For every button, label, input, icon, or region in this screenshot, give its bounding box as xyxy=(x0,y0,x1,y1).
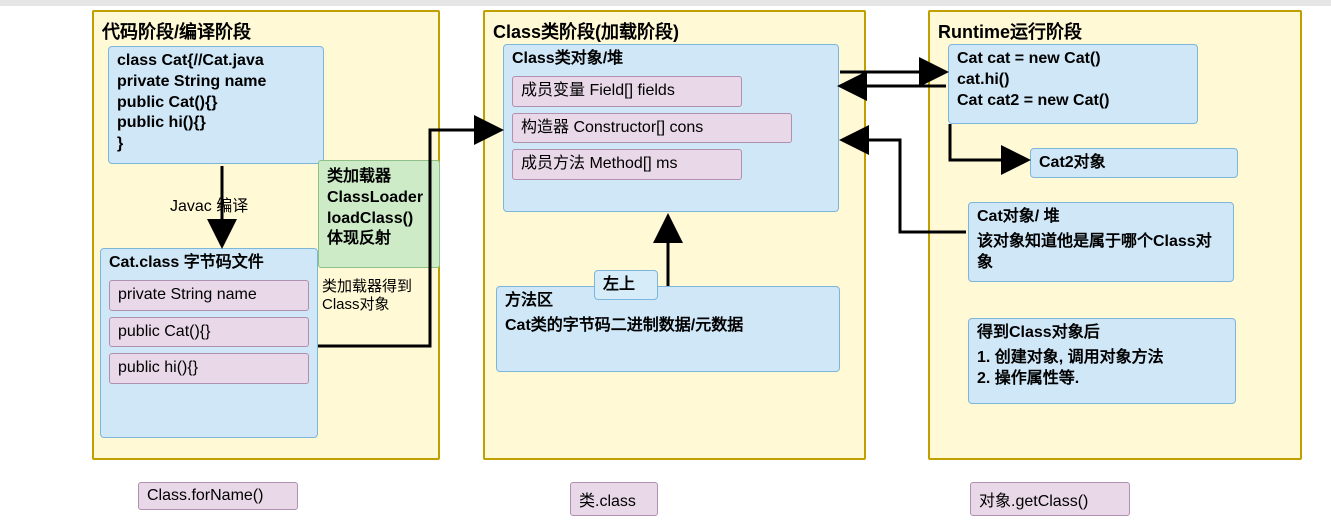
heap-chip-cons: 构造器 Constructor[] cons xyxy=(512,113,792,144)
bytecode-box: Cat.class 字节码文件 private String name publ… xyxy=(100,248,318,438)
classstage-footer-chip: 类.class xyxy=(570,482,658,516)
heap-chip-methods: 成员方法 Method[] ms xyxy=(512,149,742,180)
source-line-1: class Cat{//Cat.java xyxy=(117,51,315,72)
source-line-4: public hi(){} xyxy=(117,113,315,134)
catobj-box: Cat对象/ 堆 该对象知道他是属于哪个Class对象 xyxy=(968,202,1234,282)
sticky-text: 左上 xyxy=(603,276,635,293)
cat2-box: Cat2对象 xyxy=(1030,148,1238,178)
bytecode-chip-3: public hi(){} xyxy=(109,353,309,384)
class-heap-box: Class类对象/堆 成员变量 Field[] fields 构造器 Const… xyxy=(503,44,839,212)
compile-footer-chip: Class.forName() xyxy=(138,482,298,510)
classloader-l3: loadClass() xyxy=(327,209,431,230)
catobj-title: Cat对象/ 堆 xyxy=(977,207,1225,228)
catobj-body: 该对象知道他是属于哪个Class对象 xyxy=(977,232,1225,274)
runtime-footer-chip: 对象.getClass() xyxy=(970,482,1130,516)
runtime-code-l1: Cat cat = new Cat() xyxy=(957,49,1189,70)
heap-chip-fields: 成员变量 Field[] fields xyxy=(512,76,742,107)
runtime-code-l3: Cat cat2 = new Cat() xyxy=(957,91,1189,112)
class-heap-title: Class类对象/堆 xyxy=(512,49,830,70)
sticky-note: 左上 xyxy=(594,270,658,300)
classloader-box: 类加载器 ClassLoader loadClass() 体现反射 xyxy=(318,160,440,268)
method-area-title: 方法区 xyxy=(505,291,831,312)
source-line-5: } xyxy=(117,134,315,155)
javac-label: Javac 编译 xyxy=(170,192,248,216)
method-area-box: 方法区 Cat类的字节码二进制数据/元数据 xyxy=(496,286,840,372)
bytecode-chip-2: public Cat(){} xyxy=(109,317,309,348)
classloader-note: 类加载器得到Class对象 xyxy=(322,278,442,314)
bytecode-title: Cat.class 字节码文件 xyxy=(109,253,309,274)
cat2-label: Cat2对象 xyxy=(1039,154,1106,171)
classloader-l4: 体现反射 xyxy=(327,229,431,250)
after-l2: 2. 操作属性等. xyxy=(977,369,1227,390)
runtime-code-box: Cat cat = new Cat() cat.hi() Cat cat2 = … xyxy=(948,44,1198,124)
source-line-3: public Cat(){} xyxy=(117,93,315,114)
source-line-2: private String name xyxy=(117,72,315,93)
stage-compile-title: 代码阶段/编译阶段 xyxy=(94,12,438,50)
classloader-l2: ClassLoader xyxy=(327,188,431,209)
after-l1: 1. 创建对象, 调用对象方法 xyxy=(977,348,1227,369)
source-code-box: class Cat{//Cat.java private String name… xyxy=(108,46,324,164)
classloader-l1: 类加载器 xyxy=(327,167,431,188)
after-title: 得到Class对象后 xyxy=(977,323,1227,344)
method-area-body: Cat类的字节码二进制数据/元数据 xyxy=(505,316,831,337)
runtime-code-l2: cat.hi() xyxy=(957,70,1189,91)
bytecode-chip-1: private String name xyxy=(109,280,309,311)
after-box: 得到Class对象后 1. 创建对象, 调用对象方法 2. 操作属性等. xyxy=(968,318,1236,404)
